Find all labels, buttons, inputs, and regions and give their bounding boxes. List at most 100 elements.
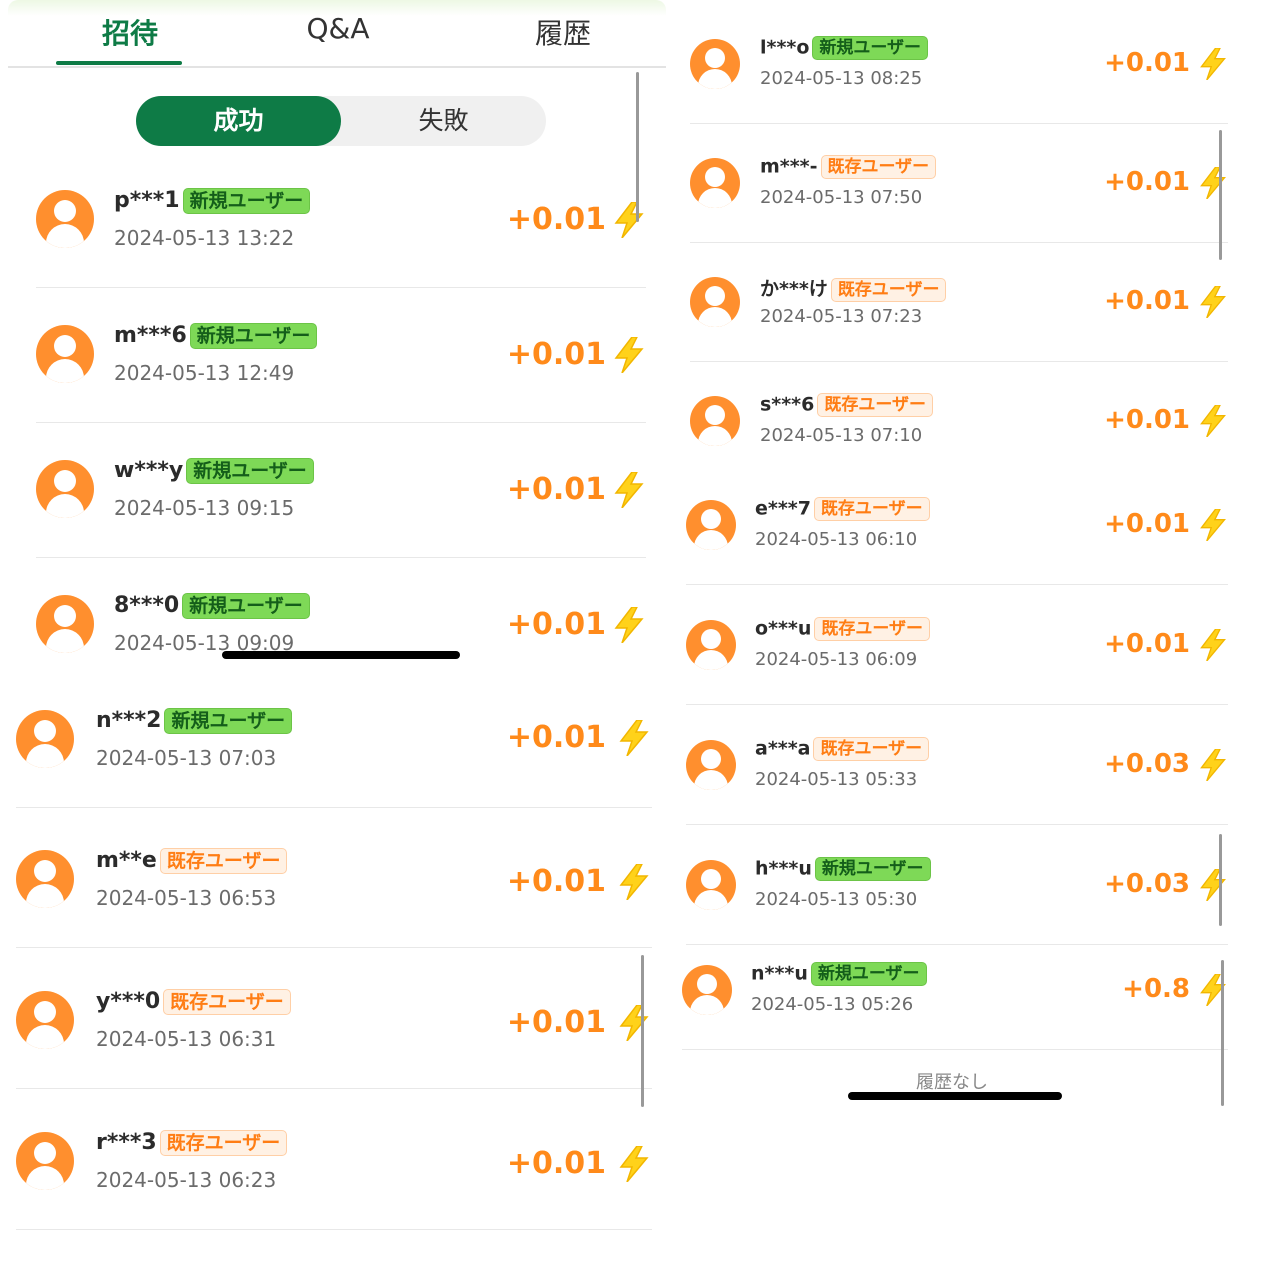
scrollbar[interactable] xyxy=(641,955,644,1107)
timestamp: 2024-05-13 06:53 xyxy=(96,886,277,910)
scrollbar[interactable] xyxy=(636,72,639,222)
avatar-icon xyxy=(36,190,94,248)
lightning-bolt-icon xyxy=(612,336,646,377)
tab-qa[interactable]: Q&A xyxy=(298,12,378,45)
reward-amount: +0.01 xyxy=(1104,629,1190,659)
row-divider xyxy=(16,947,652,948)
reward-amount: +0.01 xyxy=(1104,509,1190,539)
list-item[interactable]: l***o 新規ユーザー 2024-05-13 08:25 +0.01 xyxy=(676,4,1280,124)
list-item[interactable]: か***け 既存ユーザー 2024-05-13 07:23 +0.01 xyxy=(676,242,1280,362)
avatar-icon xyxy=(16,1132,74,1190)
list-item[interactable]: m**e 既存ユーザー 2024-05-13 06:53 +0.01 xyxy=(0,812,668,948)
avatar-icon xyxy=(690,277,740,327)
username: a***a xyxy=(755,737,811,760)
segment-failure-button[interactable]: 失敗 xyxy=(341,96,546,146)
avatar-icon xyxy=(686,860,736,910)
reward-amount: +0.01 xyxy=(1104,286,1190,316)
list-item[interactable]: p***1 新規ユーザー 2024-05-13 13:22 +0.01 xyxy=(0,152,668,288)
user-line: p***1 新規ユーザー xyxy=(114,188,311,214)
reward-amount: +0.8 xyxy=(1122,974,1190,1004)
reward-amount: +0.01 xyxy=(1104,48,1190,78)
tab-history[interactable]: 履歴 xyxy=(523,12,603,52)
avatar-icon xyxy=(686,500,736,550)
list-item[interactable]: e***7 既存ユーザー 2024-05-13 06:10 +0.01 xyxy=(676,465,1280,585)
list-item[interactable]: m***- 既存ユーザー 2024-05-13 07:50 +0.01 xyxy=(676,123,1280,243)
scrollbar[interactable] xyxy=(1219,130,1222,260)
username: 8***0 xyxy=(114,593,180,618)
new-user-badge: 新規ユーザー xyxy=(186,458,314,484)
existing-user-badge: 既存ユーザー xyxy=(163,989,291,1015)
reward-amount: +0.01 xyxy=(506,1146,606,1181)
username: m***- xyxy=(760,155,818,178)
list-item[interactable]: r***3 既存ユーザー 2024-05-13 06:23 +0.01 xyxy=(0,1094,668,1230)
left-screenshot-panel: 招待 Q&A 履歴 成功 失敗 p***1 新規ユーザー 2024-05-13 13… xyxy=(0,0,668,1280)
existing-user-badge: 既存ユーザー xyxy=(830,277,947,302)
lightning-bolt-icon xyxy=(1198,404,1228,441)
username: w***y xyxy=(114,458,184,483)
lightning-bolt-icon xyxy=(1198,748,1228,785)
avatar-icon xyxy=(16,991,74,1049)
avatar-icon xyxy=(690,158,740,208)
scrollbar[interactable] xyxy=(1219,834,1222,926)
user-line: m***6 新規ユーザー xyxy=(114,323,318,349)
list-item[interactable]: o***u 既存ユーザー 2024-05-13 06:09 +0.01 xyxy=(676,585,1280,705)
list-item[interactable]: s***6 既存ユーザー 2024-05-13 07:10 +0.01 xyxy=(676,361,1280,481)
reward-amount: +0.01 xyxy=(506,864,606,899)
existing-user-badge: 既存ユーザー xyxy=(817,393,934,417)
user-line: か***け 既存ユーザー xyxy=(760,274,947,302)
new-user-badge: 新規ユーザー xyxy=(810,962,927,986)
lightning-bolt-icon xyxy=(617,719,651,760)
list-item[interactable]: a***a 既存ユーザー 2024-05-13 05:33 +0.03 xyxy=(676,705,1280,825)
timestamp: 2024-05-13 09:15 xyxy=(114,496,295,520)
timestamp: 2024-05-13 08:25 xyxy=(760,68,923,89)
list-item[interactable]: n***u 新規ユーザー 2024-05-13 05:26 +0.8 xyxy=(676,930,1280,1050)
avatar-icon xyxy=(36,325,94,383)
avatar-icon xyxy=(16,710,74,768)
list-item[interactable]: w***y 新規ユーザー 2024-05-13 09:15 +0.01 xyxy=(0,422,668,558)
user-line: w***y 新規ユーザー xyxy=(114,458,314,484)
user-line: s***6 既存ユーザー xyxy=(760,393,934,417)
home-indicator xyxy=(222,651,460,659)
username: s***6 xyxy=(760,393,815,416)
scrollbar[interactable] xyxy=(1221,960,1224,1106)
home-indicator xyxy=(848,1092,1062,1100)
user-line: r***3 既存ユーザー xyxy=(96,1130,288,1156)
reward-amount: +0.01 xyxy=(1104,405,1190,435)
avatar-icon xyxy=(36,595,94,653)
reward-amount: +0.01 xyxy=(506,472,606,507)
existing-user-badge: 既存ユーザー xyxy=(820,155,937,179)
list-item[interactable]: y***0 既存ユーザー 2024-05-13 06:31 +0.01 xyxy=(0,953,668,1089)
user-line: h***u 新規ユーザー xyxy=(755,857,931,881)
segment-success-button[interactable]: 成功 xyxy=(136,96,341,146)
timestamp: 2024-05-13 12:49 xyxy=(114,361,295,385)
right-screenshot-panel: l***o 新規ユーザー 2024-05-13 08:25 +0.01 m***- 既存ユ… xyxy=(676,0,1280,1280)
row-divider xyxy=(16,1229,652,1230)
new-user-badge: 新規ユーザー xyxy=(812,36,929,60)
new-user-badge: 新規ユーザー xyxy=(164,708,293,734)
lightning-bolt-icon xyxy=(1198,166,1228,203)
reward-amount: +0.01 xyxy=(506,720,606,755)
username: p***1 xyxy=(114,188,180,213)
existing-user-badge: 既存ユーザー xyxy=(159,1130,288,1156)
new-user-badge: 新規ユーザー xyxy=(189,323,318,349)
timestamp: 2024-05-13 06:31 xyxy=(96,1027,277,1051)
new-user-badge: 新規ユーザー xyxy=(182,188,311,214)
lightning-bolt-icon xyxy=(612,201,646,242)
user-line: n***u 新規ユーザー xyxy=(751,962,927,986)
username: m**e xyxy=(96,848,157,873)
tab-invite[interactable]: 招待 xyxy=(90,12,170,52)
list-item[interactable]: h***u 新規ユーザー 2024-05-13 05:30 +0.03 xyxy=(676,825,1280,945)
list-item[interactable]: n***2 新規ユーザー 2024-05-13 07:03 +0.01 xyxy=(0,672,668,808)
timestamp: 2024-05-13 07:10 xyxy=(760,425,923,446)
user-line: n***2 新規ユーザー xyxy=(96,708,293,734)
timestamp: 2024-05-13 06:10 xyxy=(755,529,918,550)
username: r***3 xyxy=(96,1130,157,1155)
lightning-bolt-icon xyxy=(1198,285,1228,322)
user-line: m***- 既存ユーザー xyxy=(760,155,937,179)
timestamp: 2024-05-13 06:23 xyxy=(96,1168,277,1192)
avatar-icon xyxy=(682,965,732,1015)
row-divider xyxy=(16,1088,652,1089)
list-item[interactable]: m***6 新規ユーザー 2024-05-13 12:49 +0.01 xyxy=(0,287,668,423)
lightning-bolt-icon xyxy=(1198,868,1228,905)
existing-user-badge: 既存ユーザー xyxy=(813,737,930,761)
